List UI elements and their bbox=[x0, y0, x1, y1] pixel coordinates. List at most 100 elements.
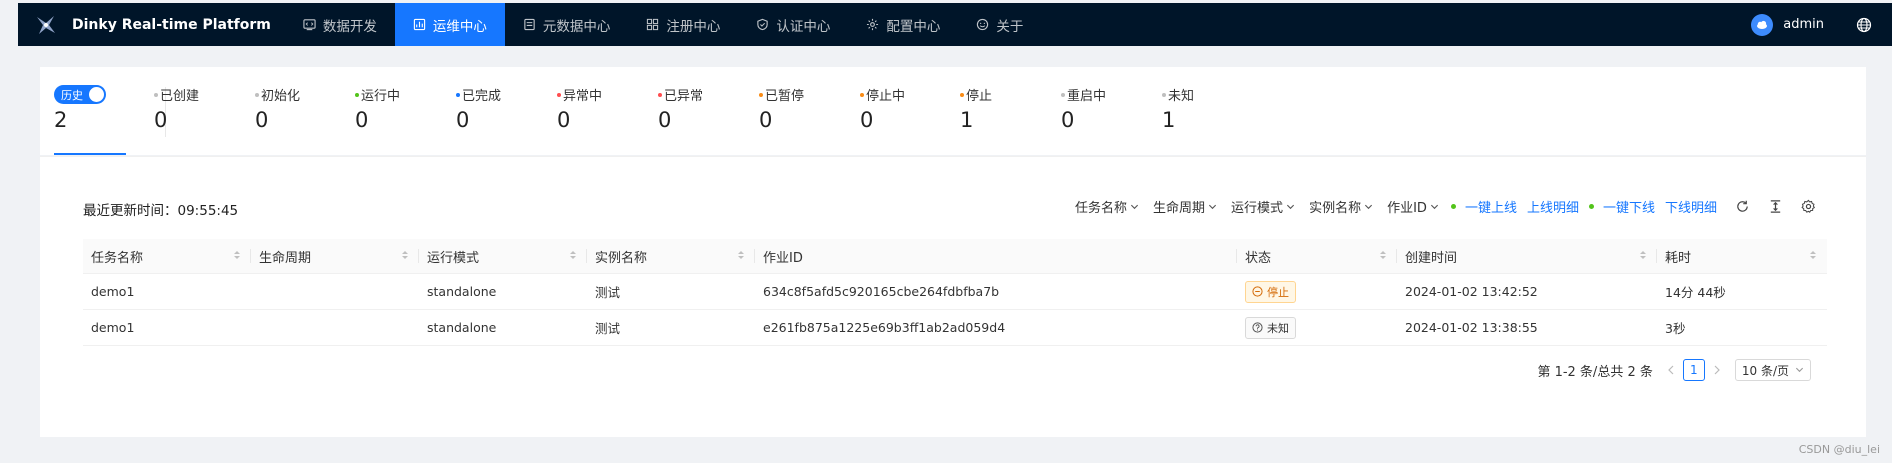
update-label: 最近更新时间： bbox=[83, 203, 178, 219]
column-header-status[interactable]: 状态 bbox=[1237, 239, 1397, 274]
chevron-right-icon[interactable] bbox=[1713, 365, 1721, 375]
column-height-icon[interactable] bbox=[1768, 199, 1783, 214]
menu-item-config[interactable]: 配置中心 bbox=[848, 3, 958, 46]
globe-icon[interactable] bbox=[1856, 17, 1872, 33]
stat-finished[interactable]: 已完成 0 bbox=[456, 85, 501, 132]
stat-label: 异常中 bbox=[563, 89, 603, 104]
job-instance-table: 任务名称 生命周期 运行模式 实例名称 作业ID 状态 创建时间 耗时 demo… bbox=[83, 239, 1827, 346]
menu-item-auth[interactable]: 认证中心 bbox=[738, 3, 848, 46]
filter-job-id[interactable]: 作业ID bbox=[1387, 197, 1439, 216]
stat-unknown[interactable]: 未知 1 bbox=[1162, 85, 1194, 132]
sort-icon[interactable] bbox=[1639, 249, 1647, 261]
filter-lifecycle[interactable]: 生命周期 bbox=[1153, 197, 1217, 216]
page-1-button[interactable]: 1 bbox=[1682, 359, 1705, 381]
sort-icon[interactable] bbox=[569, 249, 577, 261]
history-toggle[interactable]: 历史 bbox=[54, 85, 106, 104]
dinky-logo-icon[interactable] bbox=[32, 11, 60, 39]
stat-stopped[interactable]: 停止 1 bbox=[960, 85, 992, 132]
table-row[interactable]: demo1 standalone 测试 634c8f5afd5c920165cb… bbox=[83, 273, 1827, 310]
menu-item-label: 数据开发 bbox=[322, 18, 377, 35]
cell-lifecycle bbox=[251, 273, 419, 310]
stat-value: 0 bbox=[154, 108, 168, 132]
reload-icon[interactable] bbox=[1735, 199, 1750, 214]
stat-history[interactable]: 历史 2 bbox=[54, 85, 106, 132]
status-dot bbox=[1061, 92, 1065, 97]
offline-all-link[interactable]: 一键下线 bbox=[1603, 197, 1655, 216]
stat-initializing[interactable]: 初始化 0 bbox=[255, 85, 300, 132]
menu-item-metadata[interactable]: 元数据中心 bbox=[505, 3, 629, 46]
deploy-all-link[interactable]: 一键上线 bbox=[1465, 197, 1517, 216]
menu-item-registry[interactable]: 注册中心 bbox=[628, 3, 738, 46]
job-table-card: 最近更新时间：09:55:45 任务名称 生命周期 运行模式 实例名称 作业ID… bbox=[40, 156, 1866, 437]
shield-icon bbox=[756, 18, 769, 31]
status-dot bbox=[960, 92, 964, 97]
status-summary-card: 历史 2 已创建 0 初始化 0 运行中 0 已完成 0 异常中 0 已异常 0 已暂停 0 … bbox=[40, 67, 1866, 155]
cell-job-id[interactable]: e261fb875a1225e69b3ff1ab2ad059d4 bbox=[755, 309, 1237, 346]
cell-duration: 3秒 bbox=[1657, 309, 1827, 346]
stat-value: 0 bbox=[860, 108, 874, 132]
menu-item-label: 配置中心 bbox=[886, 18, 941, 35]
chevron-down-icon bbox=[1286, 202, 1295, 211]
sort-icon[interactable] bbox=[233, 249, 241, 261]
filter-task-name[interactable]: 任务名称 bbox=[1075, 197, 1139, 216]
stat-created[interactable]: 已创建 0 bbox=[154, 85, 199, 132]
avatar[interactable] bbox=[1751, 13, 1774, 36]
green-dot bbox=[1450, 204, 1456, 209]
page-size-select[interactable]: 10 条/页 bbox=[1734, 359, 1811, 381]
page-size-value: 10 条/页 bbox=[1741, 363, 1789, 378]
menu-item-label: 关于 bbox=[996, 18, 1024, 35]
stat-suspended[interactable]: 已暂停 0 bbox=[759, 85, 804, 132]
sort-icon[interactable] bbox=[1809, 249, 1817, 261]
menu-item-devops[interactable]: 运维中心 bbox=[394, 3, 505, 46]
top-navbar: Dinky Real-time Platform 数据开发 运维中心 元数据中心… bbox=[18, 3, 1892, 46]
gear-icon bbox=[866, 18, 879, 31]
menu-item-about[interactable]: 关于 bbox=[958, 3, 1041, 46]
column-header-task-name[interactable]: 任务名称 bbox=[83, 239, 251, 274]
status-dot bbox=[658, 92, 662, 97]
column-header-run-mode[interactable]: 运行模式 bbox=[419, 239, 587, 274]
stat-failed[interactable]: 已异常 0 bbox=[658, 85, 703, 132]
column-header-duration[interactable]: 耗时 bbox=[1657, 239, 1827, 274]
cell-status: 停止 bbox=[1237, 273, 1397, 310]
filter-instance-name[interactable]: 实例名称 bbox=[1309, 197, 1373, 216]
sort-icon[interactable] bbox=[1379, 249, 1387, 261]
brand-name[interactable]: Dinky Real-time Platform bbox=[72, 17, 271, 33]
chevron-left-icon[interactable] bbox=[1667, 365, 1675, 375]
stat-value: 1 bbox=[960, 108, 974, 132]
column-header-lifecycle[interactable]: 生命周期 bbox=[251, 239, 419, 274]
status-dot bbox=[456, 92, 460, 97]
offline-detail-link[interactable]: 下线明细 bbox=[1665, 197, 1717, 216]
active-tab-underline bbox=[54, 153, 126, 155]
chevron-down-icon bbox=[1208, 202, 1217, 211]
menu-item-data-dev[interactable]: 数据开发 bbox=[285, 3, 395, 46]
minus-circle-icon bbox=[1252, 286, 1263, 297]
status-dot bbox=[759, 92, 763, 97]
history-toggle-label: 历史 bbox=[61, 88, 83, 102]
cell-instance-name: 测试 bbox=[587, 273, 755, 310]
status-dot bbox=[1162, 92, 1166, 97]
filter-run-mode[interactable]: 运行模式 bbox=[1231, 197, 1295, 216]
column-header-instance-name[interactable]: 实例名称 bbox=[587, 239, 755, 274]
deploy-detail-link[interactable]: 上线明细 bbox=[1527, 197, 1579, 216]
cell-job-id[interactable]: 634c8f5afd5c920165cbe264fdbfba7b bbox=[755, 273, 1237, 310]
smile-icon bbox=[976, 18, 989, 31]
stat-cancelling[interactable]: 停止中 0 bbox=[860, 85, 905, 132]
cell-task-name: demo1 bbox=[83, 273, 251, 310]
stat-label: 已异常 bbox=[664, 89, 704, 104]
table-row[interactable]: demo1 standalone 测试 e261fb875a1225e69b3f… bbox=[83, 309, 1827, 346]
sort-icon[interactable] bbox=[737, 249, 745, 261]
stat-label: 已暂停 bbox=[765, 89, 805, 104]
sort-icon[interactable] bbox=[401, 249, 409, 261]
stat-value: 0 bbox=[355, 108, 369, 132]
stat-restarting[interactable]: 重启中 0 bbox=[1061, 85, 1106, 132]
username[interactable]: admin bbox=[1783, 17, 1824, 32]
stat-value: 0 bbox=[1061, 108, 1075, 132]
stat-failing[interactable]: 异常中 0 bbox=[557, 85, 602, 132]
menu-item-label: 注册中心 bbox=[666, 18, 721, 35]
stat-running[interactable]: 运行中 0 bbox=[355, 85, 400, 132]
cell-created-time: 2024-01-02 13:38:55 bbox=[1397, 309, 1657, 346]
question-circle-icon bbox=[1252, 322, 1263, 333]
column-header-job-id[interactable]: 作业ID bbox=[755, 239, 1237, 274]
column-header-created-time[interactable]: 创建时间 bbox=[1397, 239, 1657, 274]
settings-icon[interactable] bbox=[1801, 199, 1816, 214]
